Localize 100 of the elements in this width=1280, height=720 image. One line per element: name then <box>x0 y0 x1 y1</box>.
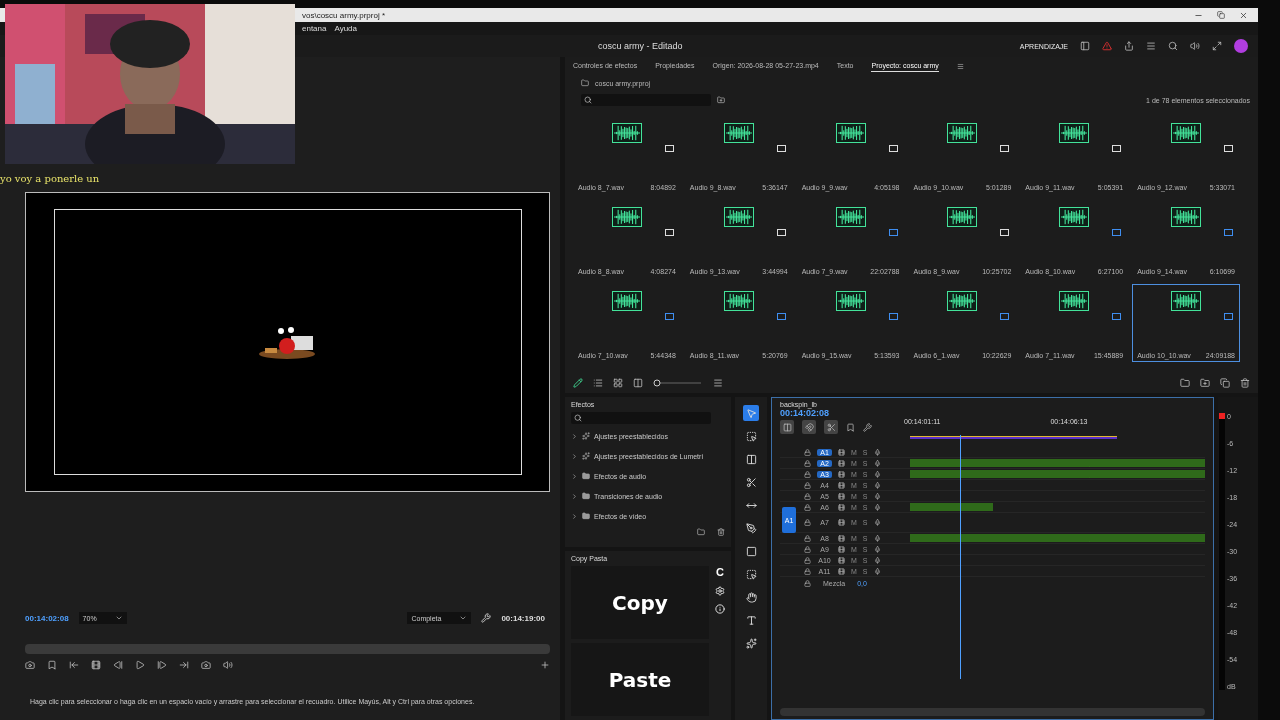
waveform-icon <box>1059 123 1090 143</box>
go-to-in-icon[interactable] <box>69 660 79 670</box>
lock-icon[interactable] <box>804 459 811 467</box>
fullscreen-icon[interactable] <box>1212 41 1222 51</box>
slider-thumb[interactable] <box>653 379 661 387</box>
lock-icon[interactable] <box>804 556 811 564</box>
type-icon <box>745 614 757 626</box>
lock-icon[interactable] <box>804 503 811 511</box>
timecode: 00:14:02:08 <box>780 408 831 418</box>
lock-icon[interactable] <box>804 567 811 575</box>
sort-icon[interactable] <box>713 378 723 388</box>
add-icon[interactable] <box>540 660 550 670</box>
chevron-down-icon[interactable] <box>114 614 123 622</box>
project-file-icon[interactable] <box>581 79 589 87</box>
waveform-icon <box>835 291 866 311</box>
waveform-icon <box>1059 207 1090 227</box>
expand-icon[interactable] <box>571 472 578 480</box>
action-button[interactable]: Copy <box>571 566 709 639</box>
audio-clip[interactable] <box>910 470 1205 478</box>
panel-icon[interactable] <box>1080 41 1090 51</box>
mic-icon[interactable] <box>873 448 881 456</box>
avatar[interactable] <box>1234 39 1248 53</box>
waveform-icon <box>1171 123 1202 143</box>
waveform-icon <box>947 291 978 311</box>
icon-view-icon[interactable] <box>613 378 623 388</box>
new-bin-icon[interactable] <box>1200 378 1210 388</box>
lock-icon[interactable] <box>804 492 811 500</box>
sparkle-tool[interactable] <box>743 635 759 651</box>
waveform-icon <box>947 123 978 143</box>
step-forward-icon[interactable] <box>157 660 167 670</box>
lock-icon[interactable] <box>804 481 811 489</box>
search-icon[interactable] <box>574 414 582 422</box>
trash-icon[interactable] <box>1240 378 1250 388</box>
expand-icon[interactable] <box>571 452 578 460</box>
new-item-icon[interactable] <box>1220 378 1230 388</box>
menu-item[interactable]: entana <box>302 24 327 33</box>
lock-icon[interactable] <box>804 519 811 526</box>
bin-icon[interactable] <box>717 96 725 104</box>
close-icon[interactable] <box>1239 10 1248 20</box>
list-view-icon[interactable] <box>593 378 603 388</box>
mic-icon[interactable] <box>873 545 881 553</box>
expand-icon[interactable] <box>571 432 578 440</box>
go-to-out-icon[interactable] <box>179 660 189 670</box>
menu-icon[interactable] <box>1146 41 1156 51</box>
waveform-icon <box>835 123 866 143</box>
expand-icon[interactable] <box>571 492 578 500</box>
search-icon[interactable] <box>1168 41 1178 51</box>
waveform-icon <box>1059 291 1090 311</box>
expand-icon[interactable] <box>571 512 578 520</box>
waveform-icon <box>723 207 754 227</box>
menu-item[interactable]: Ayuda <box>334 24 357 33</box>
mic-icon[interactable] <box>873 470 881 478</box>
search-field[interactable] <box>571 412 711 424</box>
waveform-icon <box>611 291 642 311</box>
play-icon[interactable] <box>135 660 145 670</box>
marker-icon[interactable] <box>47 660 57 670</box>
mic-icon[interactable] <box>873 481 881 489</box>
pencil-icon[interactable] <box>573 378 583 388</box>
lock-icon[interactable] <box>804 470 811 478</box>
audio-clip[interactable] <box>910 534 1205 542</box>
info-icon[interactable] <box>715 604 725 614</box>
project-title: coscu army - Editado <box>597 41 684 51</box>
lock-icon[interactable] <box>804 579 811 587</box>
volume-icon[interactable] <box>1190 41 1200 51</box>
step-back-icon[interactable] <box>113 660 123 670</box>
selection-tool[interactable] <box>743 405 759 421</box>
camera-icon[interactable] <box>201 660 211 670</box>
search-icon[interactable] <box>584 96 592 104</box>
hand-tool[interactable] <box>743 589 759 605</box>
audio-clip[interactable] <box>910 503 993 511</box>
marker-icon[interactable] <box>846 422 855 432</box>
restore-icon[interactable] <box>1217 11 1225 19</box>
mic-icon[interactable] <box>873 534 881 542</box>
window-title: vos\coscu army.prproj * <box>302 10 386 20</box>
folder-icon[interactable] <box>1180 378 1190 388</box>
hand-icon <box>745 591 757 603</box>
trash-icon[interactable] <box>717 528 725 536</box>
mic-icon[interactable] <box>873 519 881 526</box>
lock-icon[interactable] <box>804 534 811 542</box>
mic-icon[interactable] <box>873 492 881 500</box>
mic-icon[interactable] <box>873 556 881 564</box>
zoom-slider[interactable] <box>653 379 703 387</box>
volume-icon[interactable] <box>223 660 233 670</box>
menu-icon[interactable] <box>956 62 964 70</box>
warning-icon[interactable] <box>1102 41 1112 51</box>
pen-tool[interactable] <box>743 520 759 536</box>
search-field[interactable] <box>581 94 711 106</box>
chevron-down-icon[interactable] <box>459 614 468 622</box>
mic-icon[interactable] <box>873 459 881 467</box>
mic-icon[interactable] <box>873 503 881 511</box>
share-icon[interactable] <box>1124 41 1134 51</box>
mic-icon[interactable] <box>873 567 881 575</box>
waveform-icon <box>611 207 642 227</box>
lock-icon[interactable] <box>804 545 811 553</box>
new-folder-icon[interactable] <box>697 528 705 536</box>
audio-clip[interactable] <box>910 459 1205 467</box>
lock-icon[interactable] <box>804 448 811 456</box>
action-button[interactable]: Paste <box>571 643 709 716</box>
waveform-icon <box>947 207 978 227</box>
pen-icon <box>745 522 757 534</box>
